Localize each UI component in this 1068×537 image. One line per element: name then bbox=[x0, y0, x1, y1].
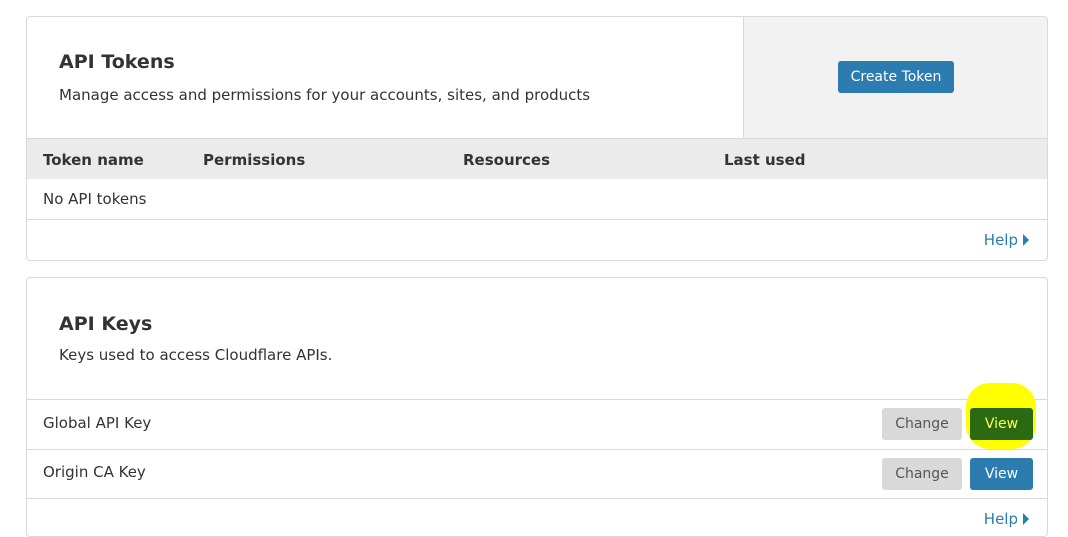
global-api-key-label: Global API Key bbox=[43, 414, 152, 432]
column-resources: Resources bbox=[463, 151, 551, 169]
help-label: Help bbox=[983, 231, 1018, 249]
api-tokens-header-actions: Create Token bbox=[743, 17, 1047, 138]
origin-ca-key-label: Origin CA Key bbox=[43, 463, 146, 481]
api-tokens-description: Manage access and permissions for your a… bbox=[59, 86, 591, 104]
tokens-empty-row: No API tokens bbox=[27, 179, 1047, 220]
column-token-name: Token name bbox=[43, 151, 144, 169]
tokens-table-header: Token name Permissions Resources Last us… bbox=[27, 139, 1047, 179]
help-label: Help bbox=[983, 510, 1018, 528]
api-keys-title: API Keys bbox=[59, 313, 153, 335]
global-api-key-change-button[interactable]: Change bbox=[882, 408, 962, 440]
keys-help-link[interactable]: Help bbox=[984, 510, 1029, 528]
api-tokens-title: API Tokens bbox=[59, 51, 175, 73]
origin-ca-key-view-button[interactable]: View bbox=[970, 458, 1033, 490]
create-token-button[interactable]: Create Token bbox=[838, 61, 954, 93]
tokens-help-link[interactable]: Help bbox=[984, 231, 1029, 249]
caret-right-icon bbox=[1023, 513, 1029, 525]
column-last-used: Last used bbox=[724, 151, 806, 169]
api-keys-description: Keys used to access Cloudflare APIs. bbox=[59, 346, 333, 364]
no-tokens-message: No API tokens bbox=[43, 190, 147, 208]
api-tokens-card: API Tokens Manage access and permissions… bbox=[26, 16, 1048, 261]
global-api-key-view-button[interactable]: View bbox=[970, 408, 1033, 440]
api-tokens-header-main: API Tokens Manage access and permissions… bbox=[27, 17, 743, 138]
api-keys-card: API Keys Keys used to access Cloudflare … bbox=[26, 277, 1048, 537]
column-permissions: Permissions bbox=[203, 151, 306, 169]
api-tokens-header: API Tokens Manage access and permissions… bbox=[27, 17, 1047, 139]
origin-ca-key-change-button[interactable]: Change bbox=[882, 458, 962, 490]
caret-right-icon bbox=[1023, 234, 1029, 246]
